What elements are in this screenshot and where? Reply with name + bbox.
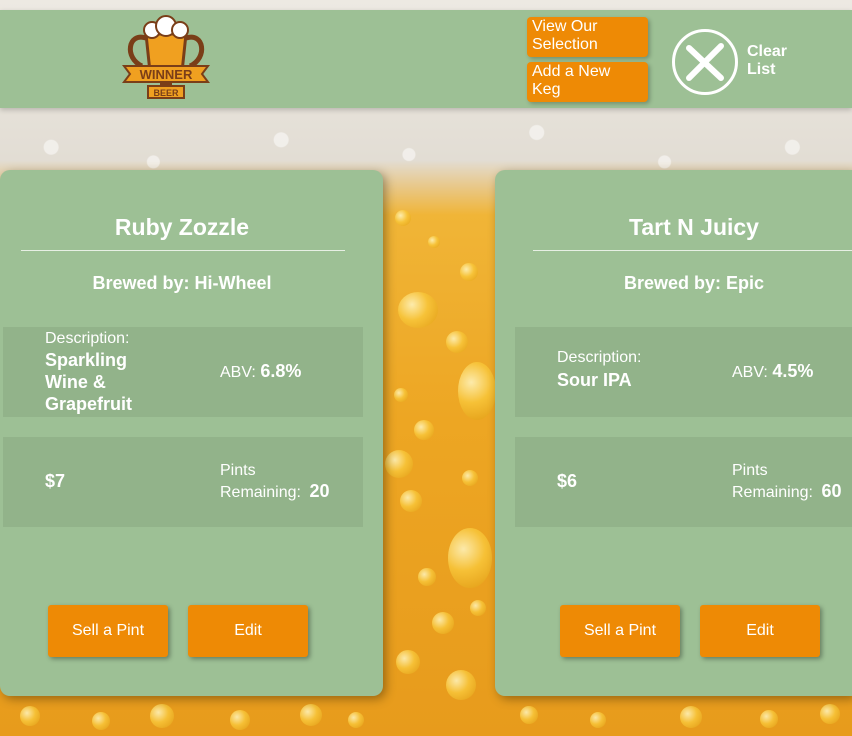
pints-value: 60 (821, 481, 842, 501)
keg-brewer: Brewed by: Epic (623, 273, 765, 293)
clear-list-label[interactable]: Clear List (747, 43, 807, 79)
winner-beer-logo: WINNER BEER (122, 15, 210, 99)
abv-label: ABV: (220, 364, 256, 381)
abv-field: ABV: 4.5% (732, 361, 813, 382)
price-row: $7 Pints Remaining: 20 (3, 437, 363, 527)
title-divider (21, 250, 345, 251)
logo-winner-text: WINNER (140, 67, 193, 82)
keg-card: Tart N Juicy Brewed by: Epic Description… (495, 170, 852, 696)
price-value: $7 (45, 471, 66, 491)
pints-field: Pints Remaining: 60 (732, 460, 841, 504)
keg-name: Ruby Zozzle (114, 214, 250, 240)
clear-list-icon[interactable] (672, 29, 738, 95)
title-divider (533, 250, 852, 251)
pints-field: Pints Remaining: 20 (220, 460, 329, 504)
description-value: Sparkling Wine & Grapefruit (45, 350, 133, 414)
description-row: Description: Sour IPA ABV: 4.5% (515, 327, 852, 417)
pints-value: 20 (309, 481, 330, 501)
abv-value: 4.5% (772, 361, 814, 381)
abv-field: ABV: 6.8% (220, 361, 301, 382)
sell-pint-button[interactable]: Sell a Pint (48, 605, 168, 657)
keg-card: Ruby Zozzle Brewed by: Hi-Wheel Descript… (0, 170, 383, 696)
sell-pint-button[interactable]: Sell a Pint (560, 605, 680, 657)
abv-label: ABV: (732, 364, 768, 381)
top-navbar: WINNER BEER View Our Selection Add a New… (0, 10, 852, 108)
pints-label: Pints Remaining: (732, 462, 813, 501)
add-keg-button[interactable]: Add a New Keg (527, 62, 648, 102)
edit-button[interactable]: Edit (188, 605, 308, 657)
price-value: $6 (557, 471, 578, 491)
logo-beer-text: BEER (153, 88, 179, 98)
keg-name: Tart N Juicy (629, 214, 759, 240)
description-label: Description: (45, 330, 130, 347)
price-row: $6 Pints Remaining: 60 (515, 437, 852, 527)
description-label: Description: (557, 349, 642, 366)
pints-label: Pints Remaining: (220, 462, 301, 501)
description-row: Description: Sparkling Wine & Grapefruit… (3, 327, 363, 417)
keg-brewer: Brewed by: Hi-Wheel (92, 273, 272, 293)
view-selection-button[interactable]: View Our Selection (527, 17, 648, 57)
description-value: Sour IPA (557, 370, 632, 390)
edit-button[interactable]: Edit (700, 605, 820, 657)
abv-value: 6.8% (260, 361, 302, 381)
